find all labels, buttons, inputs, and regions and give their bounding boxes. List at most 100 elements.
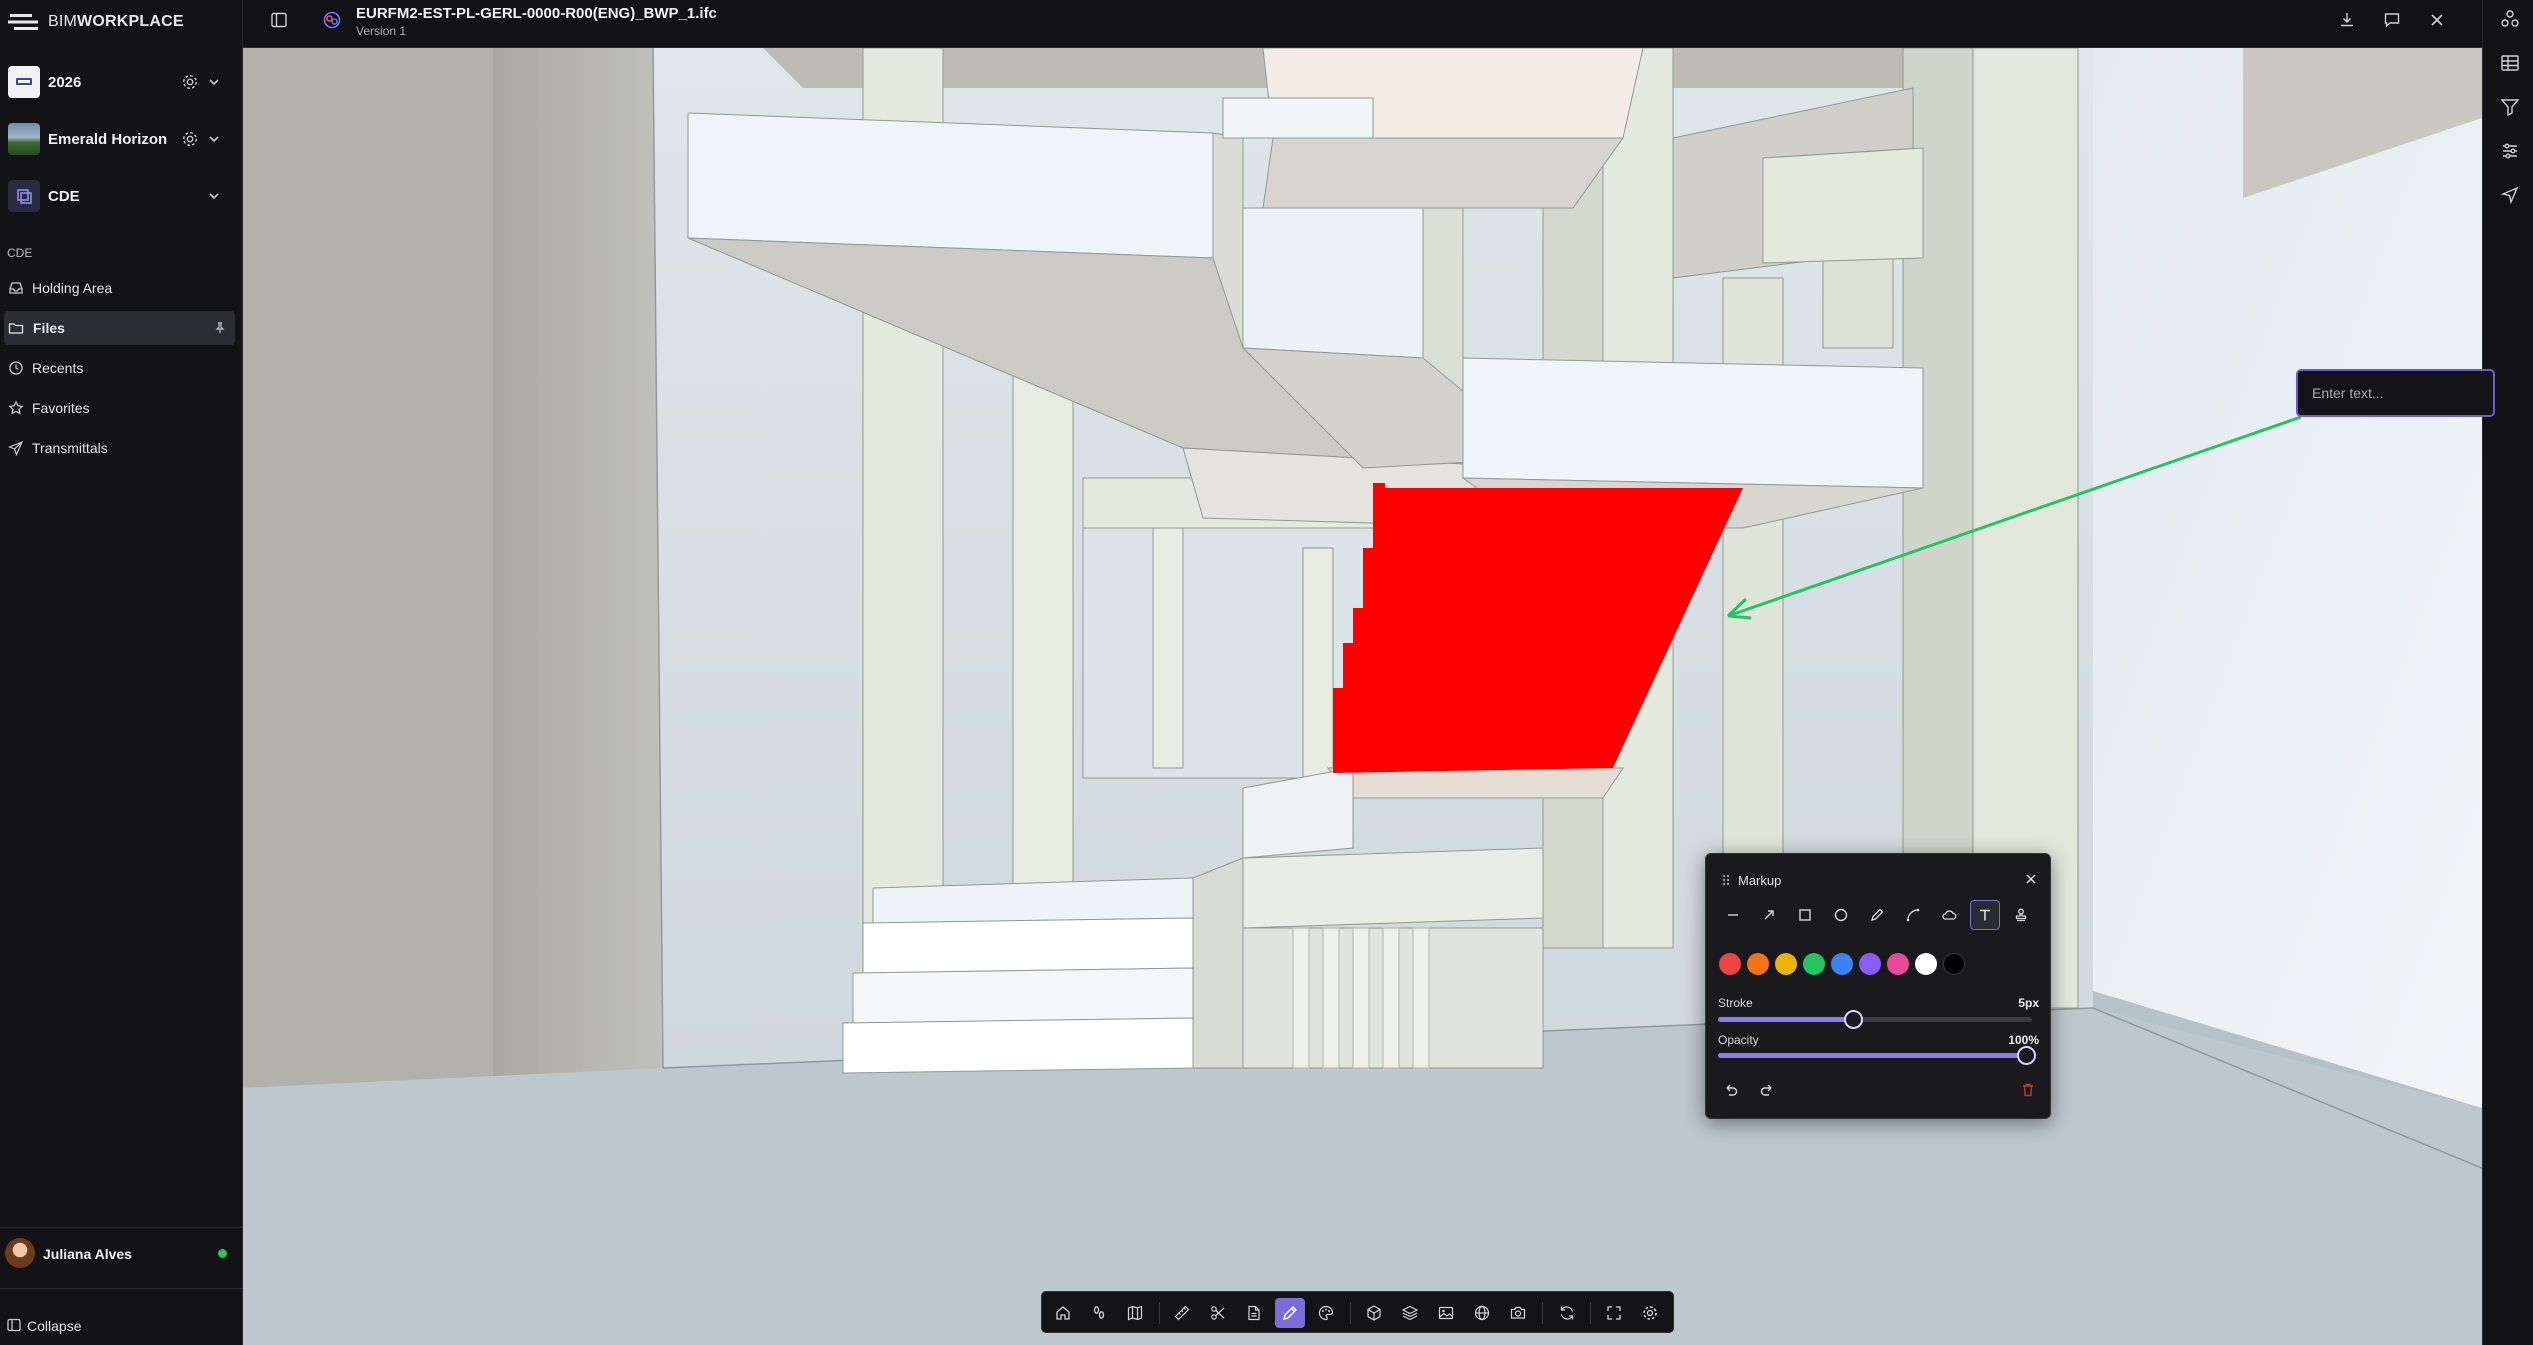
measure-icon — [1174, 1305, 1190, 1321]
sidebar-item-holding-area[interactable]: Holding Area — [0, 271, 235, 305]
opacity-slider[interactable] — [1718, 1046, 2036, 1065]
redo-icon[interactable] — [1758, 1081, 1776, 1099]
table-icon[interactable] — [2499, 52, 2521, 74]
stroke-slider-thumb[interactable] — [1843, 1010, 1863, 1029]
toggle-sidebar-icon[interactable] — [269, 10, 289, 30]
markup-title: Markup — [1738, 873, 1782, 888]
tool-cloud[interactable] — [1934, 900, 1964, 930]
chevron-down-icon[interactable] — [207, 75, 221, 89]
tool-text[interactable] — [1970, 900, 2000, 930]
home-button[interactable] — [1048, 1298, 1078, 1328]
sliders-icon[interactable] — [2499, 140, 2521, 162]
collapse-label: Collapse — [27, 1318, 82, 1334]
color-swatch-black[interactable] — [1943, 953, 1965, 975]
color-swatch-blue[interactable] — [1831, 953, 1853, 975]
sidebar-item-files[interactable]: Files — [4, 311, 235, 345]
palette-button[interactable] — [1311, 1298, 1341, 1328]
tool-line[interactable] — [1718, 900, 1748, 930]
logo-text-bold: WORKPLACE — [77, 13, 184, 30]
refresh-button[interactable] — [1552, 1298, 1582, 1328]
map-button[interactable] — [1120, 1298, 1150, 1328]
right-rail — [2482, 0, 2533, 1345]
close-icon[interactable] — [2023, 871, 2039, 887]
tool-curve[interactable] — [1898, 900, 1928, 930]
color-swatch-green[interactable] — [1803, 953, 1825, 975]
avatar — [5, 1238, 35, 1268]
model-tree-icon[interactable] — [2499, 8, 2521, 30]
ifc-model-render[interactable] — [243, 48, 2482, 1345]
color-swatch-purple[interactable] — [1859, 953, 1881, 975]
sidebar-item-transmittals[interactable]: Transmittals — [0, 431, 235, 465]
cube-icon — [1367, 1305, 1381, 1321]
cube-button[interactable] — [1359, 1298, 1389, 1328]
layers-icon — [1401, 1305, 1419, 1321]
opacity-slider-thumb[interactable] — [2017, 1046, 2036, 1065]
send-icon — [8, 440, 24, 456]
walk-icon — [1093, 1306, 1105, 1319]
delete-icon[interactable] — [2019, 1081, 2037, 1099]
file-version[interactable]: Version 1 — [356, 24, 406, 38]
3d-viewport[interactable] — [243, 48, 2482, 1345]
workspace-selector-cde[interactable]: CDE — [0, 173, 243, 219]
settings-icon — [1643, 1306, 1657, 1320]
folder-icon — [8, 323, 24, 334]
circle-icon — [1834, 908, 1848, 922]
undo-icon[interactable] — [1722, 1081, 1740, 1099]
close-icon[interactable] — [2427, 10, 2447, 30]
user-name: Juliana Alves — [43, 1246, 132, 1262]
tool-arrow[interactable] — [1754, 900, 1784, 930]
download-icon[interactable] — [2337, 10, 2357, 30]
drag-handle-icon[interactable] — [1721, 873, 1731, 887]
curve-icon — [1906, 908, 1920, 922]
tool-pencil[interactable] — [1862, 900, 1892, 930]
sidebar-item-label: Files — [33, 320, 65, 336]
chevron-down-icon[interactable] — [207, 132, 221, 146]
cut-icon — [1211, 1306, 1225, 1320]
sidebar-item-recents[interactable]: Recents — [0, 351, 235, 385]
fullscreen-button[interactable] — [1599, 1298, 1629, 1328]
tool-rectangle[interactable] — [1790, 900, 1820, 930]
tool-circle[interactable] — [1826, 900, 1856, 930]
image-button[interactable] — [1431, 1298, 1461, 1328]
app-logo[interactable]: BIMWORKPLACE — [8, 12, 184, 32]
markup-text-input[interactable] — [2296, 369, 2495, 417]
logo-mark-icon — [8, 14, 38, 30]
arrow-icon — [1764, 910, 1774, 920]
top-bar: EURFM2-EST-PL-GERL-0000-R00(ENG)_BWP_1.i… — [243, 0, 2533, 48]
project-selector-2026[interactable]: 2026 — [0, 59, 243, 105]
color-swatch-white[interactable] — [1915, 953, 1937, 975]
filter-icon[interactable] — [2499, 96, 2521, 118]
collapse-sidebar-button[interactable]: Collapse — [0, 1288, 243, 1345]
color-swatch-red[interactable] — [1719, 953, 1741, 975]
opacity-label: Opacity — [1718, 1033, 1759, 1047]
comment-icon[interactable] — [2382, 10, 2402, 30]
ifc-file-icon — [323, 11, 341, 29]
measure-button[interactable] — [1167, 1298, 1197, 1328]
stroke-slider[interactable] — [1718, 1010, 2032, 1029]
star-icon — [8, 400, 24, 415]
camera-button[interactable] — [1503, 1298, 1533, 1328]
pin-icon[interactable] — [213, 321, 227, 335]
logo-text-thin: BIM — [48, 13, 78, 30]
layers-button[interactable] — [1395, 1298, 1425, 1328]
walk-button[interactable] — [1084, 1298, 1114, 1328]
sidebar-item-favorites[interactable]: Favorites — [0, 391, 235, 425]
project-name: Emerald Horizon — [48, 131, 168, 148]
gear-icon[interactable] — [181, 130, 199, 148]
globe-button[interactable] — [1467, 1298, 1497, 1328]
collapse-icon — [7, 1318, 21, 1332]
color-swatch-orange[interactable] — [1747, 953, 1769, 975]
navigate-icon[interactable] — [2499, 184, 2521, 206]
cut-button[interactable] — [1203, 1298, 1233, 1328]
project-selector-emerald-horizon[interactable]: Emerald Horizon — [0, 116, 243, 162]
markup-button[interactable] — [1275, 1298, 1305, 1328]
document-button[interactable] — [1239, 1298, 1269, 1328]
tool-stamp[interactable] — [2006, 900, 2036, 930]
user-profile[interactable]: Juliana Alves — [0, 1227, 243, 1277]
gear-icon[interactable] — [181, 73, 199, 91]
chevron-down-icon[interactable] — [207, 189, 221, 203]
settings-button[interactable] — [1635, 1298, 1665, 1328]
color-swatch-pink[interactable] — [1887, 953, 1909, 975]
color-swatch-yellow[interactable] — [1775, 953, 1797, 975]
inbox-icon — [9, 282, 23, 294]
